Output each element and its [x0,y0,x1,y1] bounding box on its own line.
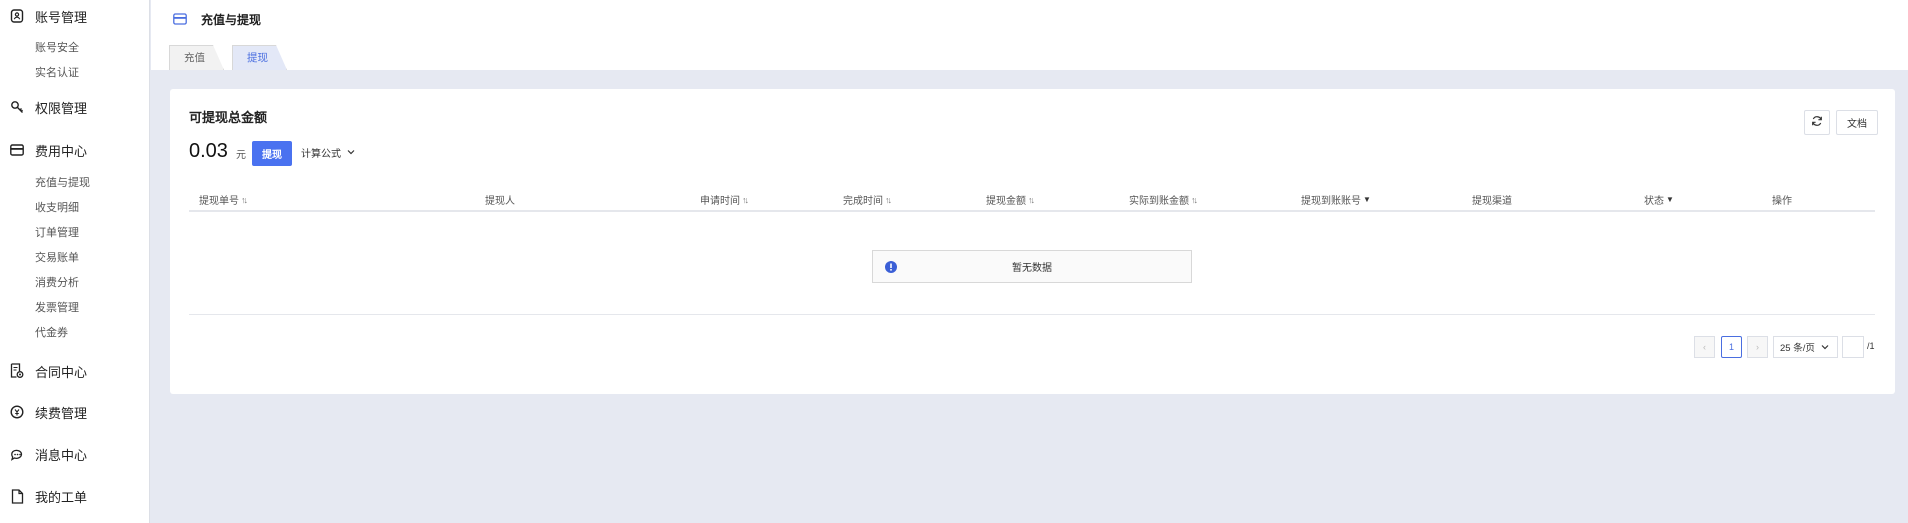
sort-icon: ↑↓ [241,194,248,205]
empty-state: 暂无数据 [872,250,1192,283]
formula-label: 计算公式 [301,149,341,160]
sidebar-item-label: 权限管理 [35,100,88,116]
refresh-button[interactable] [1804,110,1830,135]
empty-text: 暂无数据 [1012,263,1052,274]
page-size-label: 25 条/页 [1780,343,1815,354]
sidebar-subitem-recharge-withdraw[interactable]: 充值与提现 [0,171,90,196]
column-label: 实际到账金额 [1129,196,1189,207]
sort-icon: ↑↓ [1028,194,1035,205]
column-label: 提现金额 [986,196,1026,207]
chevron-down-icon [347,147,355,158]
sidebar-item-contracts[interactable]: 合同中心 [0,356,150,386]
page-title: 充值与提现 [201,13,262,27]
column-label: 提现渠道 [1472,196,1512,207]
sidebar: 账号管理 账号安全 实名认证 权限管理 费用中心 充值与提现 收支明细 订单管理… [0,0,150,523]
key-icon [9,99,25,115]
column-label: 申请时间 [700,196,740,207]
sidebar-item-label: 合同中心 [35,364,88,380]
column-header-complete-time[interactable]: 完成时间 ↑↓ [843,192,892,208]
sort-icon: ↑↓ [1191,194,1198,205]
amount-row: 0.03 元 [189,139,246,163]
contract-icon [9,363,25,379]
page-jump-input[interactable] [1842,336,1864,358]
withdraw-button[interactable]: 提现 [252,141,292,166]
amount-unit: 元 [235,150,246,161]
column-label: 操作 [1772,196,1792,207]
page-header: 充值与提现 充值 提现 [151,0,1908,70]
sidebar-subitem-account-security[interactable]: 账号安全 [0,36,79,61]
sidebar-item-label: 我的工单 [35,489,88,505]
withdraw-card: 可提现总金额 0.03 元 提现 计算公式 文档 提现单号 ↑↓ 提现人 申请时间… [170,89,1895,394]
pagination: ‹ 1 › 25 条/页 /1 [170,336,1895,358]
next-page-button[interactable]: › [1747,336,1768,358]
tab-bar: 充值 提现 [169,45,295,70]
prev-page-button[interactable]: ‹ [1694,336,1715,358]
refresh-icon [1811,115,1823,130]
column-header-apply-time[interactable]: 申请时间 ↑↓ [700,192,749,208]
account-icon [9,8,25,24]
doc-button[interactable]: 文档 [1836,110,1878,135]
page-size-select[interactable]: 25 条/页 [1773,336,1838,358]
column-header-channel: 提现渠道 [1472,192,1512,207]
sidebar-item-label: 续费管理 [35,405,88,421]
sidebar-subitem-orders[interactable]: 订单管理 [0,221,90,246]
table-header: 提现单号 ↑↓ 提现人 申请时间 ↑↓ 完成时间 ↑↓ 提现金额 ↑↓ 实际到账金额 ↑↓… [189,184,1875,212]
sidebar-subitem-income-expense[interactable]: 收支明细 [0,196,90,221]
tab-withdraw[interactable]: 提现 [232,45,287,70]
sidebar-subitem-analysis[interactable]: 消费分析 [0,271,90,296]
card-title: 可提现总金额 [189,110,268,125]
withdrawable-amount: 0.03 [189,140,228,162]
page-number-button[interactable]: 1 [1721,336,1742,358]
sidebar-subitem-invoices[interactable]: 发票管理 [0,296,90,321]
sort-icon: ↑↓ [885,194,892,205]
column-header-account[interactable]: 提现到账账号 ▼ [1301,192,1371,207]
withdraw-table: 提现单号 ↑↓ 提现人 申请时间 ↑↓ 完成时间 ↑↓ 提现金额 ↑↓ 实际到账金额 ↑↓… [189,184,1875,315]
filter-icon: ▼ [1666,195,1674,204]
sidebar-item-permissions[interactable]: 权限管理 [0,92,150,122]
column-header-actual-amount[interactable]: 实际到账金额 ↑↓ [1129,192,1198,208]
column-header-status[interactable]: 状态 ▼ [1644,192,1674,207]
sidebar-subitem-bills[interactable]: 交易账单 [0,246,90,271]
chevron-left-icon: ‹ [1703,342,1706,352]
table-body: 暂无数据 [189,212,1875,315]
sidebar-item-label: 消息中心 [35,447,88,463]
chevron-right-icon: › [1756,342,1759,352]
filter-icon: ▼ [1363,195,1371,204]
tab-recharge[interactable]: 充值 [169,45,224,70]
sidebar-item-account[interactable]: 账号管理 [0,1,150,31]
column-label: 提现单号 [199,196,239,207]
total-pages: /1 [1867,341,1875,351]
sidebar-item-renewal[interactable]: 续费管理 [0,397,150,427]
sort-icon: ↑↓ [742,194,749,205]
sidebar-item-tickets[interactable]: 我的工单 [0,481,150,511]
sidebar-subitem-real-name[interactable]: 实名认证 [0,61,79,86]
column-label: 提现到账账号 [1301,196,1361,207]
column-label: 状态 [1644,196,1664,207]
ticket-icon [9,488,25,504]
column-label: 提现人 [485,196,515,207]
sidebar-subitem-vouchers[interactable]: 代金券 [0,321,90,346]
renew-icon [9,404,25,420]
page-title-wrap: 充值与提现 [173,11,261,28]
chevron-down-icon [1821,342,1829,353]
formula-dropdown[interactable]: 计算公式 [301,145,355,160]
message-icon [9,446,25,462]
column-header-applicant: 提现人 [485,192,515,207]
card-icon [9,142,25,158]
sidebar-item-messages[interactable]: 消息中心 [0,439,150,469]
sidebar-item-billing[interactable]: 费用中心 [0,135,150,165]
sidebar-item-label: 账号管理 [35,9,88,25]
column-header-actions: 操作 [1772,192,1792,207]
sidebar-item-label: 费用中心 [35,143,88,159]
column-label: 完成时间 [843,196,883,207]
column-header-amount[interactable]: 提现金额 ↑↓ [986,192,1035,208]
column-header-order-no[interactable]: 提现单号 ↑↓ [199,192,248,208]
card-icon [173,12,187,27]
